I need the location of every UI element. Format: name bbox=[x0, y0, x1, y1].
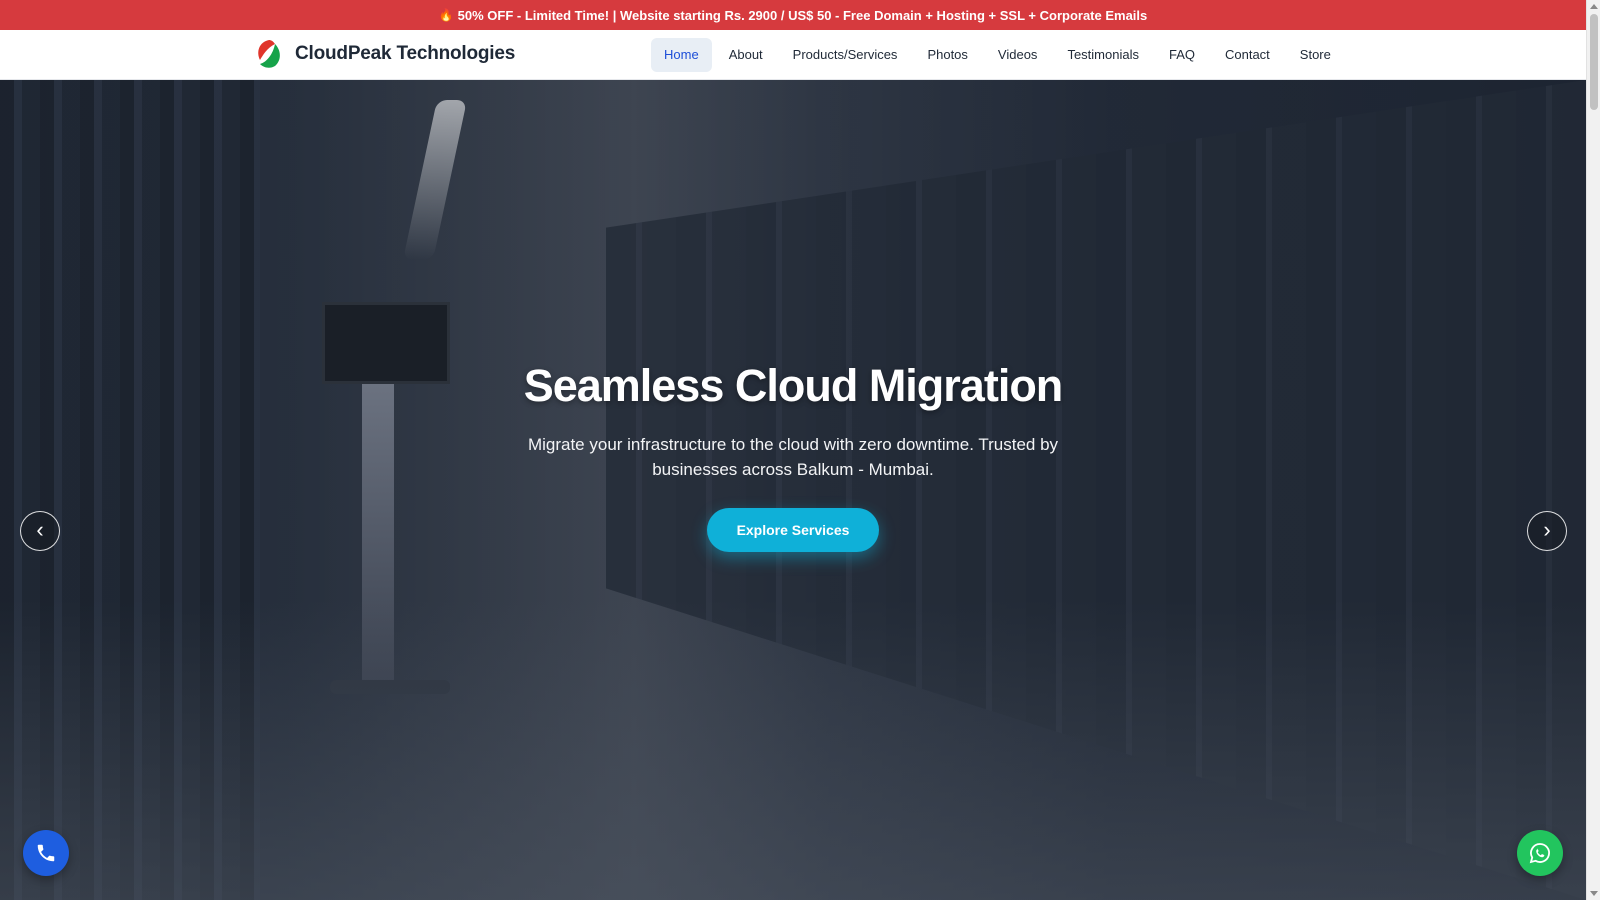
nav-products-services[interactable]: Products/Services bbox=[780, 38, 911, 72]
cloudpeak-logo-icon bbox=[254, 39, 284, 69]
brand-logo-link[interactable]: CloudPeak Technologies bbox=[253, 38, 515, 70]
promo-text: 50% OFF - Limited Time! | Website starti… bbox=[457, 7, 1148, 23]
slider-next-button[interactable]: › bbox=[1527, 511, 1567, 551]
scroll-up-arrow-icon[interactable] bbox=[1590, 4, 1598, 9]
main-nav: Home About Products/Services Photos Vide… bbox=[651, 38, 1348, 72]
hero-subtitle: Migrate your infrastructure to the cloud… bbox=[527, 435, 1059, 479]
hero-title: Seamless Cloud Migration bbox=[523, 360, 1064, 411]
whatsapp-icon bbox=[1529, 843, 1550, 864]
explore-services-button[interactable]: Explore Services bbox=[706, 508, 880, 552]
hero-background-floor bbox=[0, 600, 1586, 900]
call-button[interactable] bbox=[23, 830, 69, 876]
brand-name: CloudPeak Technologies bbox=[295, 43, 516, 64]
slider-prev-button[interactable]: ‹ bbox=[20, 511, 60, 551]
nav-testimonials[interactable]: Testimonials bbox=[1054, 38, 1152, 72]
nav-photos[interactable]: Photos bbox=[914, 38, 980, 72]
nav-videos[interactable]: Videos bbox=[985, 38, 1051, 72]
nav-home[interactable]: Home bbox=[651, 38, 712, 72]
scroll-down-arrow-icon[interactable] bbox=[1590, 891, 1598, 896]
fire-icon: 🔥 bbox=[438, 8, 454, 22]
nav-about[interactable]: About bbox=[716, 38, 776, 72]
whatsapp-button[interactable] bbox=[1517, 830, 1563, 876]
page-scrollbar[interactable] bbox=[1586, 0, 1600, 900]
scrollbar-thumb[interactable] bbox=[1590, 14, 1598, 110]
nav-contact[interactable]: Contact bbox=[1212, 38, 1283, 72]
promo-bar: 🔥 50% OFF - Limited Time! | Website star… bbox=[0, 0, 1586, 30]
nav-store[interactable]: Store bbox=[1287, 38, 1344, 72]
navbar: CloudPeak Technologies Home About Produc… bbox=[0, 30, 1586, 80]
nav-faq[interactable]: FAQ bbox=[1156, 38, 1208, 72]
phone-icon bbox=[37, 844, 55, 862]
hero-content: Seamless Cloud Migration Migrate your in… bbox=[0, 360, 1586, 552]
hero-background-light bbox=[402, 100, 468, 260]
